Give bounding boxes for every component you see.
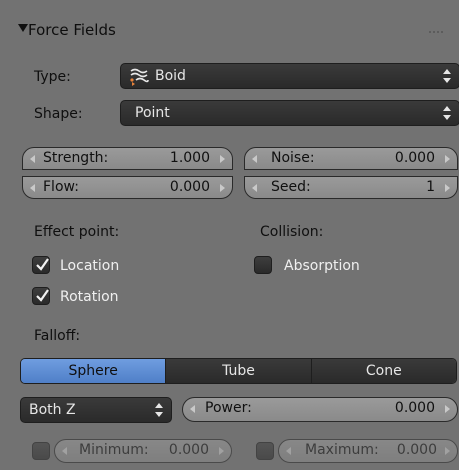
- decrement-arrow-icon[interactable]: [30, 155, 35, 163]
- shape-label: Shape:: [34, 106, 83, 122]
- noise-value: 0.000: [394, 150, 435, 166]
- seed-label: Seed:: [271, 179, 311, 195]
- minimum-field[interactable]: Minimum: 0.000: [54, 439, 232, 463]
- shape-dropdown[interactable]: Point: [120, 100, 459, 126]
- flow-label: Flow:: [43, 179, 79, 195]
- seed-value: 1: [426, 179, 435, 195]
- updown-arrows-icon: [155, 403, 163, 417]
- force-fields-panel: Force Fields Type: Boid Shape: Point Str…: [4, 0, 459, 470]
- maximum-field[interactable]: Maximum: 0.000: [278, 439, 458, 463]
- use-minimum-checkbox[interactable]: [32, 442, 50, 460]
- decrement-arrow-icon[interactable]: [30, 184, 35, 192]
- absorption-checkbox[interactable]: [254, 256, 272, 274]
- power-value: 0.000: [394, 400, 435, 416]
- strength-label: Strength:: [43, 150, 109, 166]
- minimum-value: 0.000: [168, 442, 209, 458]
- decrement-arrow-icon[interactable]: [190, 405, 195, 413]
- increment-arrow-icon[interactable]: [445, 184, 450, 192]
- checkmark-icon: [36, 258, 49, 271]
- panel-title[interactable]: Force Fields: [28, 21, 116, 39]
- axis-dropdown[interactable]: Both Z: [20, 397, 172, 423]
- maximum-value: 0.000: [396, 442, 437, 458]
- drag-grip-icon[interactable]: [428, 30, 444, 34]
- increment-arrow-icon[interactable]: [445, 447, 450, 455]
- location-checkbox[interactable]: [32, 256, 50, 274]
- collision-label: Collision:: [260, 224, 324, 240]
- increment-arrow-icon[interactable]: [220, 184, 225, 192]
- noise-field[interactable]: Noise: 0.000: [244, 147, 458, 170]
- increment-arrow-icon[interactable]: [445, 405, 450, 413]
- updown-arrows-icon: [443, 69, 451, 83]
- power-field[interactable]: Power: 0.000: [182, 397, 458, 422]
- decrement-arrow-icon[interactable]: [252, 155, 257, 163]
- increment-arrow-icon[interactable]: [445, 155, 450, 163]
- increment-arrow-icon[interactable]: [220, 155, 225, 163]
- effect-point-label: Effect point:: [34, 224, 120, 240]
- tab-cone[interactable]: Cone: [310, 359, 456, 383]
- type-dropdown[interactable]: Boid: [120, 63, 459, 89]
- use-maximum-checkbox[interactable]: [256, 442, 274, 460]
- minimum-label: Minimum:: [79, 442, 149, 458]
- shape-value: Point: [135, 105, 170, 121]
- flow-value: 0.000: [169, 179, 210, 195]
- collapse-triangle-icon[interactable]: [18, 24, 28, 32]
- rotation-checkbox[interactable]: [32, 287, 50, 305]
- seed-field[interactable]: Seed: 1: [244, 176, 458, 199]
- falloff-shape-tabs: Sphere Tube Cone: [20, 358, 457, 384]
- noise-label: Noise:: [271, 150, 315, 166]
- absorption-label[interactable]: Absorption: [284, 258, 360, 274]
- strength-value: 1.000: [169, 150, 210, 166]
- boid-icon: [129, 66, 149, 90]
- location-label[interactable]: Location: [60, 258, 119, 274]
- axis-value: Both Z: [29, 402, 76, 418]
- tab-tube[interactable]: Tube: [165, 359, 311, 383]
- rotation-label[interactable]: Rotation: [60, 289, 119, 305]
- power-label: Power:: [205, 400, 252, 416]
- type-label: Type:: [34, 69, 71, 85]
- checkmark-icon: [36, 289, 49, 302]
- increment-arrow-icon[interactable]: [219, 447, 224, 455]
- decrement-arrow-icon[interactable]: [62, 447, 67, 455]
- decrement-arrow-icon[interactable]: [286, 447, 291, 455]
- type-value: Boid: [155, 68, 186, 84]
- strength-field[interactable]: Strength: 1.000: [22, 147, 233, 170]
- tab-sphere[interactable]: Sphere: [21, 359, 166, 383]
- maximum-label: Maximum:: [305, 442, 379, 458]
- updown-arrows-icon: [443, 106, 451, 120]
- decrement-arrow-icon[interactable]: [252, 184, 257, 192]
- flow-field[interactable]: Flow: 0.000: [22, 176, 233, 199]
- falloff-label: Falloff:: [34, 328, 81, 344]
